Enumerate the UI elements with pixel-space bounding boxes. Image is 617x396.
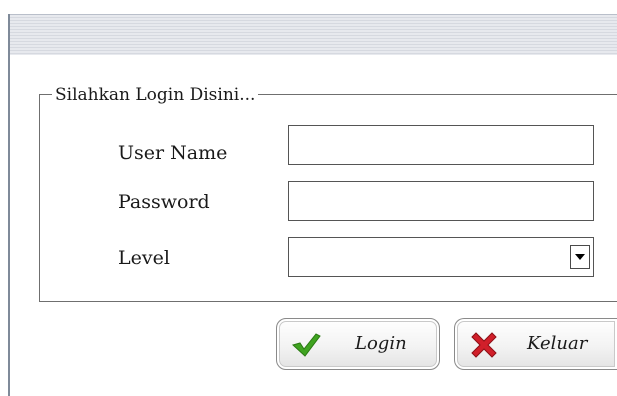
login-window: Silahkan Login Disini... User Name Passw… (0, 0, 617, 396)
login-button[interactable]: Login (276, 318, 440, 370)
level-label: Level (118, 247, 170, 269)
password-input[interactable] (288, 181, 594, 221)
keluar-button-label: Keluar (527, 333, 588, 354)
keluar-button[interactable]: Keluar (454, 318, 617, 370)
chevron-down-icon (575, 254, 585, 260)
title-bar[interactable] (10, 14, 617, 56)
username-label: User Name (118, 142, 228, 164)
checkmark-icon (291, 331, 321, 361)
level-select[interactable] (288, 237, 594, 277)
login-button-label: Login (355, 333, 407, 354)
x-icon (469, 330, 499, 364)
level-dropdown-button[interactable] (570, 245, 590, 269)
groupbox-title: Silahkan Login Disini... (52, 85, 259, 105)
username-input[interactable] (288, 125, 594, 165)
password-label: Password (118, 191, 210, 213)
